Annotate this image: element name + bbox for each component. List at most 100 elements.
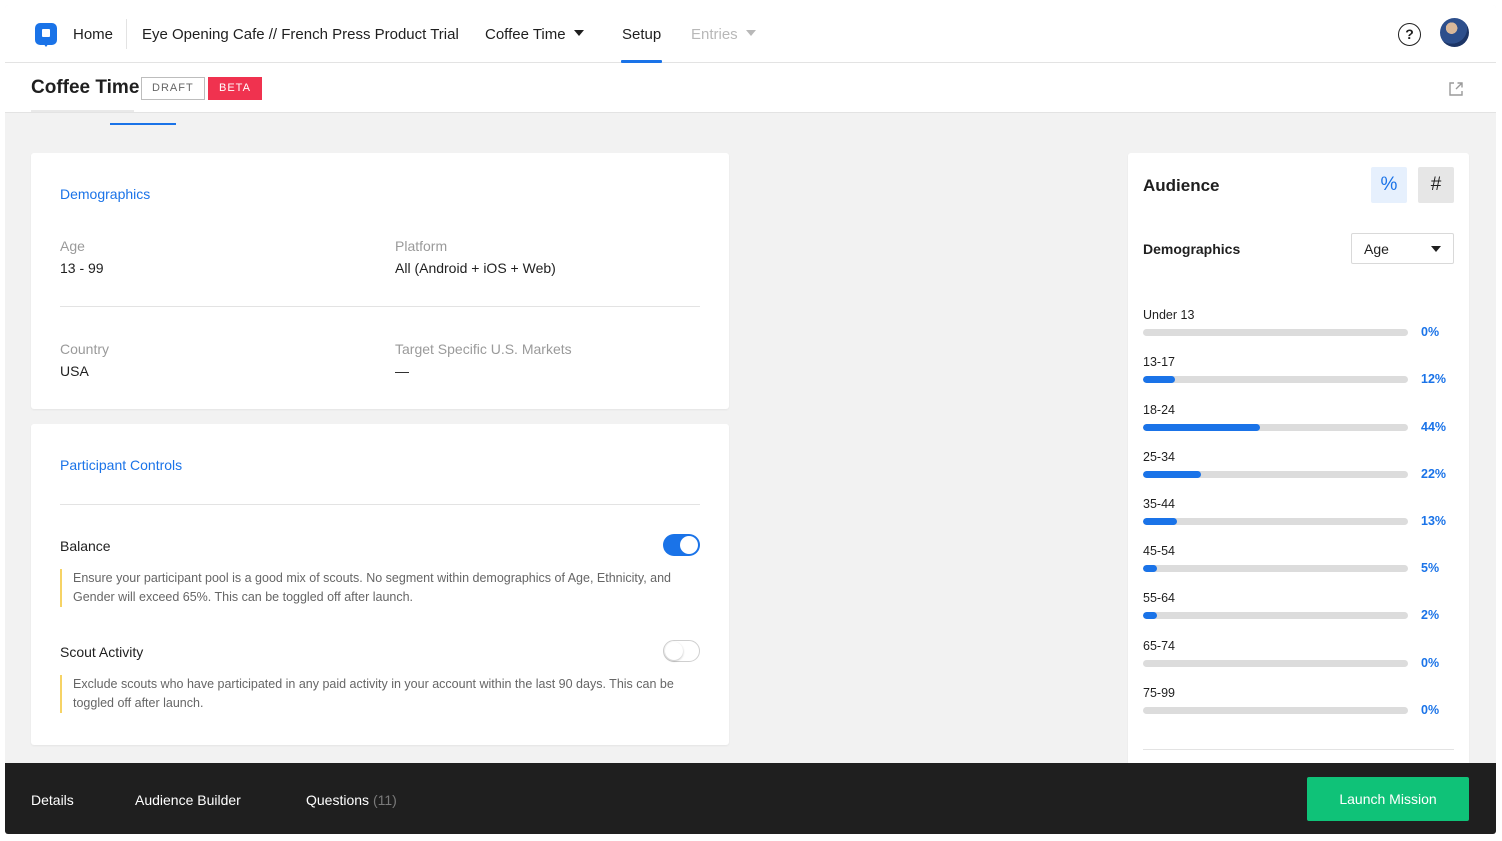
audience-builder-tab[interactable]: Audience Builder bbox=[135, 792, 241, 808]
avatar[interactable] bbox=[1440, 18, 1469, 47]
nav-entries-label: Entries bbox=[691, 26, 738, 43]
age-bar-fill bbox=[1143, 424, 1260, 431]
markets-value: — bbox=[395, 363, 409, 379]
dimension-select[interactable]: Age bbox=[1351, 233, 1454, 264]
age-bar-label: 75-99 bbox=[1143, 686, 1175, 700]
age-bar-fill bbox=[1143, 471, 1202, 478]
age-bar-track bbox=[1143, 376, 1408, 383]
scout-activity-label: Scout Activity bbox=[60, 644, 144, 660]
age-bar-row: Under 13 0% bbox=[1143, 308, 1453, 348]
audience-panel: Audience % # Demographics Age Under 13 0%… bbox=[1128, 153, 1469, 773]
beta-badge: BETA bbox=[208, 77, 262, 100]
country-label: Country bbox=[60, 341, 110, 357]
footer-bar: Details Audience Builder Questions (11) … bbox=[5, 763, 1496, 834]
dimension-select-value: Age bbox=[1364, 241, 1389, 257]
age-bar-percent: 44% bbox=[1421, 420, 1447, 434]
share-icon[interactable] bbox=[1447, 80, 1465, 98]
age-bar-row: 13-17 12% bbox=[1143, 355, 1453, 395]
platform-value: All (Android + iOS + Web) bbox=[395, 260, 556, 276]
age-bar-fill bbox=[1143, 376, 1175, 383]
balance-label: Balance bbox=[60, 538, 111, 554]
title-underline bbox=[31, 110, 134, 112]
age-bar-track bbox=[1143, 612, 1408, 619]
questions-label: Questions bbox=[306, 792, 370, 808]
markets-label: Target Specific U.S. Markets bbox=[395, 341, 572, 357]
age-bar-track bbox=[1143, 707, 1408, 714]
age-bar-label: 25-34 bbox=[1143, 450, 1175, 464]
questions-count: (11) bbox=[372, 792, 397, 808]
age-bar-track bbox=[1143, 471, 1408, 478]
nav-divider bbox=[126, 19, 127, 49]
age-bar-track bbox=[1143, 518, 1408, 525]
age-bar-percent: 0% bbox=[1421, 325, 1440, 339]
age-bar-row: 25-34 22% bbox=[1143, 450, 1453, 490]
age-bar-percent: 12% bbox=[1421, 372, 1447, 386]
page-header: Coffee Time DRAFT BETA bbox=[5, 63, 1496, 113]
age-bar-row: 75-99 0% bbox=[1143, 686, 1453, 726]
chevron-down-icon bbox=[1431, 246, 1441, 252]
age-bar-fill bbox=[1143, 565, 1157, 572]
age-bar-row: 65-74 0% bbox=[1143, 639, 1453, 679]
age-bar-percent: 22% bbox=[1421, 467, 1447, 481]
nav-entries-dropdown[interactable]: Entries bbox=[691, 26, 756, 43]
audience-title: Audience bbox=[1143, 176, 1220, 195]
chevron-down-icon bbox=[745, 30, 756, 37]
age-bar-label: 35-44 bbox=[1143, 497, 1175, 511]
age-bar-label: 45-54 bbox=[1143, 544, 1175, 558]
age-bar-percent: 2% bbox=[1421, 608, 1440, 622]
age-bar-row: 55-64 2% bbox=[1143, 591, 1453, 631]
audience-demographics-label: Demographics bbox=[1143, 241, 1241, 257]
country-value: USA bbox=[60, 363, 89, 379]
nav-mission-label: Coffee Time bbox=[485, 26, 566, 43]
section-tab-indicator bbox=[110, 123, 176, 125]
demographics-heading[interactable]: Demographics bbox=[60, 186, 150, 202]
age-label: Age bbox=[60, 238, 85, 254]
age-bar-fill bbox=[1143, 518, 1178, 525]
age-bar-track bbox=[1143, 565, 1408, 572]
balance-toggle[interactable] bbox=[663, 534, 700, 556]
draft-badge: DRAFT bbox=[141, 77, 205, 100]
age-bar-label: 65-74 bbox=[1143, 639, 1175, 653]
age-bar-row: 35-44 13% bbox=[1143, 497, 1453, 537]
participant-controls-heading[interactable]: Participant Controls bbox=[60, 457, 182, 473]
nav-setup-tab[interactable]: Setup bbox=[622, 26, 661, 43]
divider bbox=[60, 306, 700, 307]
details-tab[interactable]: Details bbox=[31, 792, 74, 808]
questions-tab[interactable]: Questions (11) bbox=[306, 792, 397, 808]
page-title: Coffee Time bbox=[31, 77, 140, 98]
age-bar-track bbox=[1143, 424, 1408, 431]
age-bar-track bbox=[1143, 329, 1408, 336]
help-icon[interactable]: ? bbox=[1398, 23, 1421, 46]
percent-view-button[interactable]: % bbox=[1371, 167, 1407, 203]
age-bar-track bbox=[1143, 660, 1408, 667]
nav-mission-dropdown[interactable]: Coffee Time bbox=[485, 26, 584, 43]
divider bbox=[60, 504, 700, 505]
age-bar-label: Under 13 bbox=[1143, 308, 1195, 322]
age-bar-label: 18-24 bbox=[1143, 403, 1175, 417]
age-value: 13 - 99 bbox=[60, 260, 104, 276]
age-bar-percent: 5% bbox=[1421, 561, 1440, 575]
app-logo-icon[interactable] bbox=[35, 23, 57, 47]
nav-home-link[interactable]: Home bbox=[73, 26, 113, 43]
demographics-card: Demographics Age 13 - 99 Platform All (A… bbox=[31, 153, 729, 409]
balance-description: Ensure your participant pool is a good m… bbox=[60, 569, 700, 607]
age-bar-label: 55-64 bbox=[1143, 591, 1175, 605]
age-bar-percent: 0% bbox=[1421, 703, 1440, 717]
divider bbox=[1143, 749, 1454, 750]
age-bar-percent: 0% bbox=[1421, 656, 1440, 670]
age-bar-percent: 13% bbox=[1421, 514, 1447, 528]
nav-breadcrumb-link[interactable]: Eye Opening Cafe // French Press Product… bbox=[142, 26, 459, 43]
app-window: Home Eye Opening Cafe // French Press Pr… bbox=[5, 5, 1496, 834]
launch-mission-button[interactable]: Launch Mission bbox=[1307, 777, 1469, 821]
chevron-down-icon bbox=[573, 30, 584, 37]
count-view-button[interactable]: # bbox=[1418, 167, 1454, 203]
age-bar-label: 13-17 bbox=[1143, 355, 1175, 369]
scout-activity-toggle[interactable] bbox=[663, 640, 700, 662]
participant-controls-card: Participant Controls Balance Ensure your… bbox=[31, 424, 729, 745]
scout-activity-description: Exclude scouts who have participated in … bbox=[60, 675, 700, 713]
platform-label: Platform bbox=[395, 238, 448, 254]
age-bar-fill bbox=[1143, 612, 1157, 619]
top-nav: Home Eye Opening Cafe // French Press Pr… bbox=[5, 5, 1496, 63]
age-bar-row: 18-24 44% bbox=[1143, 403, 1453, 443]
age-bar-row: 45-54 5% bbox=[1143, 544, 1453, 584]
